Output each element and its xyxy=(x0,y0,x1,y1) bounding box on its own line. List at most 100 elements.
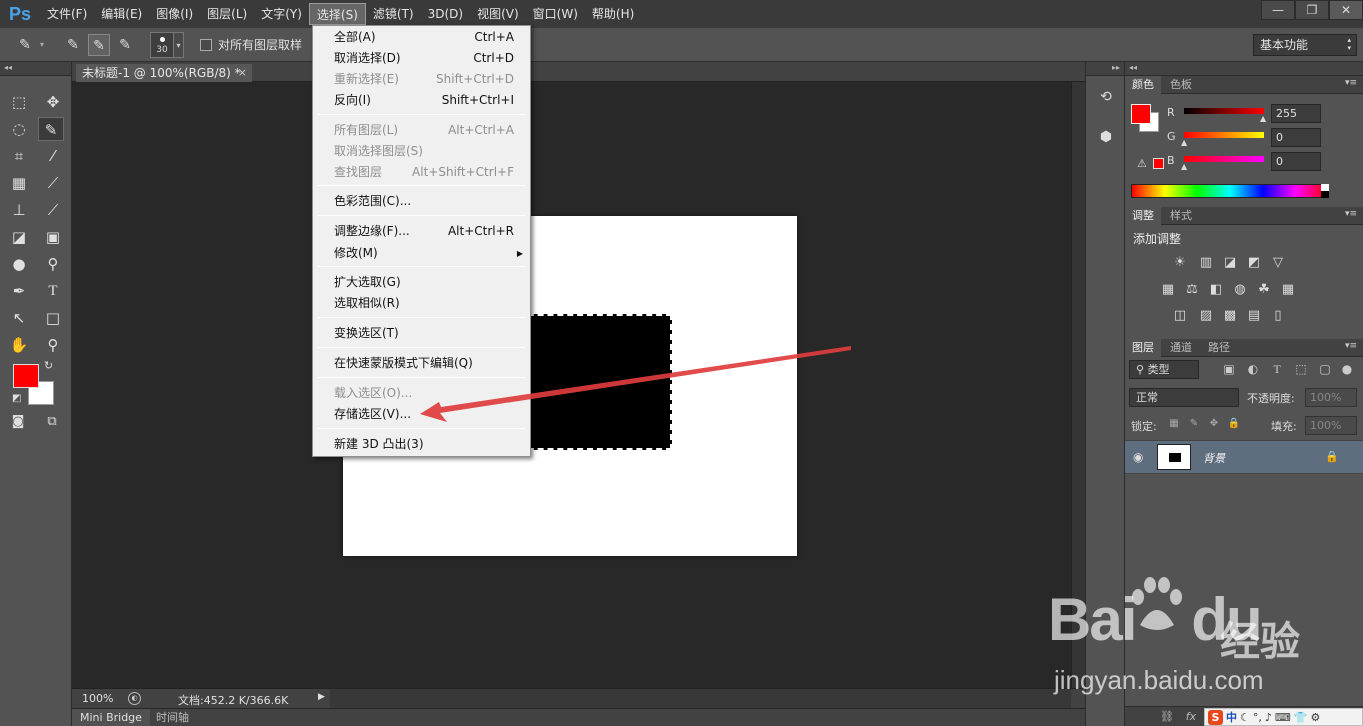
brightness-contrast-icon[interactable]: ☀ xyxy=(1171,254,1189,272)
document-tab[interactable]: 未标题-1 @ 100%(RGB/8) * × xyxy=(76,64,252,82)
preset-dropdown-icon[interactable]: ▾ xyxy=(40,40,48,49)
color-panel-foreground-swatch[interactable] xyxy=(1131,104,1151,124)
tab-swatches[interactable]: 色板 xyxy=(1163,76,1199,94)
blue-channel-bar[interactable] xyxy=(1184,156,1264,162)
vertical-scrollbar[interactable] xyxy=(1071,82,1085,688)
menu-select[interactable]: 选择(S) xyxy=(308,3,366,25)
color-lookup-icon[interactable]: ▦ xyxy=(1279,281,1297,299)
opacity-input[interactable]: 100% xyxy=(1305,388,1357,407)
tab-paths[interactable]: 路径 xyxy=(1201,339,1237,357)
close-window-button[interactable]: ✕ xyxy=(1329,0,1363,20)
lasso-tool-icon[interactable]: ◌ xyxy=(6,117,32,141)
tab-layers[interactable]: 图层 xyxy=(1125,339,1161,357)
menu-image[interactable]: 图像(I) xyxy=(149,3,200,25)
menu-item-transform-selection[interactable]: 变换选区(T) xyxy=(313,323,530,344)
filter-type-icon[interactable]: T xyxy=(1269,361,1285,377)
menu-view[interactable]: 视图(V) xyxy=(470,3,526,25)
hue-saturation-icon[interactable]: ▦ xyxy=(1159,281,1177,299)
add-selection-brush-icon[interactable]: ✎ xyxy=(88,33,110,56)
marquee-tool-icon[interactable]: ⬚ xyxy=(6,90,32,114)
panel-menu-icon[interactable]: ▾≡ xyxy=(1345,209,1357,219)
filter-toggle-icon[interactable]: ● xyxy=(1339,361,1355,377)
ime-tools-icon[interactable]: ⚙ xyxy=(1311,711,1321,724)
levels-icon[interactable]: ▥ xyxy=(1197,254,1215,272)
channel-mixer-icon[interactable]: ☘ xyxy=(1255,281,1273,299)
gradient-map-icon[interactable]: ▤ xyxy=(1245,307,1263,325)
strip-expand-icon[interactable]: ▸▸ xyxy=(1086,62,1124,76)
hand-tool-icon[interactable]: ✋ xyxy=(6,333,32,357)
swap-colors-icon[interactable]: ↻ xyxy=(44,359,53,372)
menu-item-modify[interactable]: 修改(M) ▶ xyxy=(313,243,530,264)
red-channel-slider[interactable]: R ▲ 255 xyxy=(1167,104,1363,124)
subtract-selection-brush-icon[interactable]: ✎ xyxy=(114,34,136,56)
menu-item-new-3d-extrusion[interactable]: 新建 3D 凸出(3) xyxy=(313,434,530,455)
black-white-icon[interactable]: ◧ xyxy=(1207,281,1225,299)
default-colors-icon[interactable]: ◩ xyxy=(12,393,21,404)
sogou-ime-icon[interactable]: S xyxy=(1208,709,1223,725)
vibrance-icon[interactable]: ▽ xyxy=(1269,254,1287,272)
3d-panel-icon[interactable]: ⬢ xyxy=(1095,126,1117,148)
filter-shape-icon[interactable]: ⬚ xyxy=(1293,361,1309,377)
menu-type[interactable]: 文字(Y) xyxy=(254,3,309,25)
brush-tool-icon[interactable]: ⟋ xyxy=(40,171,66,195)
panel-menu-icon[interactable]: ▾≡ xyxy=(1345,341,1357,351)
ime-language-toggle[interactable]: 中 xyxy=(1226,709,1237,725)
menu-3d[interactable]: 3D(D) xyxy=(421,3,470,25)
filter-adjustment-icon[interactable]: ◐ xyxy=(1245,361,1261,377)
lock-position-icon[interactable]: ✥ xyxy=(1207,417,1221,431)
filter-pixel-icon[interactable]: ▣ xyxy=(1221,361,1237,377)
lock-all-icon[interactable]: 🔒 xyxy=(1227,417,1241,431)
blend-mode-select[interactable]: 正常 xyxy=(1129,388,1239,407)
menu-item-color-range[interactable]: 色彩范围(C)... xyxy=(313,191,530,212)
color-spectrum-bar[interactable] xyxy=(1131,184,1329,198)
blur-tool-icon[interactable]: ● xyxy=(6,252,32,276)
link-layers-icon[interactable]: ⛓ xyxy=(1159,709,1175,725)
new-selection-brush-icon[interactable]: ✎ xyxy=(62,34,84,56)
tab-adjustments[interactable]: 调整 xyxy=(1125,207,1161,225)
toolbox-collapse-icon[interactable]: ◂◂ xyxy=(0,62,71,76)
zoom-tool-icon[interactable]: ⚲ xyxy=(40,333,66,357)
color-balance-icon[interactable]: ⚖ xyxy=(1183,281,1201,299)
tab-mini-bridge[interactable]: Mini Bridge xyxy=(72,709,150,726)
screen-mode-icon[interactable]: ⧉ xyxy=(40,414,64,432)
gamut-warning-swatch[interactable] xyxy=(1153,158,1164,169)
tab-timeline[interactable]: 时间轴 xyxy=(148,709,197,726)
horizontal-scrollbar[interactable] xyxy=(330,689,1071,708)
menu-item-select-all[interactable]: 全部(A) Ctrl+A xyxy=(313,27,530,48)
photo-filter-icon[interactable]: ◍ xyxy=(1231,281,1249,299)
menu-layer[interactable]: 图层(L) xyxy=(200,3,254,25)
menu-item-quick-mask[interactable]: 在快速蒙版模式下编辑(Q) xyxy=(313,353,530,374)
lock-image-icon[interactable]: ✎ xyxy=(1187,417,1201,431)
menu-item-deselect[interactable]: 取消选择(D) Ctrl+D xyxy=(313,48,530,69)
threshold-icon[interactable]: ▩ xyxy=(1221,307,1239,325)
lock-transparent-icon[interactable]: ▦ xyxy=(1167,417,1181,431)
healing-brush-tool-icon[interactable]: ▦ xyxy=(6,171,32,195)
rectangle-tool-icon[interactable]: □ xyxy=(40,306,66,330)
layer-filter-select[interactable]: ⚲ 类型 xyxy=(1129,360,1199,379)
black-white-swatch[interactable] xyxy=(1321,184,1329,198)
sample-all-layers-checkbox[interactable] xyxy=(200,38,212,51)
menu-help[interactable]: 帮助(H) xyxy=(585,3,641,25)
quick-selection-preset-icon[interactable]: ✎ xyxy=(14,34,36,56)
layer-row-background[interactable]: ◉ 背景 🔒 xyxy=(1125,440,1363,474)
type-tool-icon[interactable]: T xyxy=(40,279,66,303)
clone-stamp-tool-icon[interactable]: ⊥ xyxy=(6,198,32,222)
status-menu-arrow-icon[interactable]: ▶ xyxy=(318,692,325,702)
fill-input[interactable]: 100% xyxy=(1305,416,1357,435)
menu-item-inverse[interactable]: 反向(I) Shift+Ctrl+I xyxy=(313,90,530,111)
slider-thumb-icon[interactable]: ▲ xyxy=(1181,138,1187,147)
dodge-tool-icon[interactable]: ⚲ xyxy=(40,252,66,276)
blue-channel-slider[interactable]: B ▲ 0 xyxy=(1167,152,1363,172)
exposure-icon[interactable]: ◩ xyxy=(1245,254,1263,272)
pen-tool-icon[interactable]: ✒ xyxy=(6,279,32,303)
history-panel-icon[interactable]: ⟲ xyxy=(1095,86,1117,108)
quick-selection-tool-icon[interactable]: ✎ xyxy=(38,117,64,141)
brush-size-dropdown-icon[interactable]: ▾ xyxy=(174,31,184,58)
menu-item-refine-edge[interactable]: 调整边缘(F)... Alt+Ctrl+R xyxy=(313,221,530,242)
layer-name[interactable]: 背景 xyxy=(1203,450,1225,466)
slider-thumb-icon[interactable]: ▲ xyxy=(1181,162,1187,171)
menu-item-save-selection[interactable]: 存储选区(V)... xyxy=(313,404,530,425)
menu-edit[interactable]: 编辑(E) xyxy=(94,3,149,25)
menu-item-grow[interactable]: 扩大选取(G) xyxy=(313,272,530,293)
green-channel-slider[interactable]: G ▲ 0 xyxy=(1167,128,1363,148)
